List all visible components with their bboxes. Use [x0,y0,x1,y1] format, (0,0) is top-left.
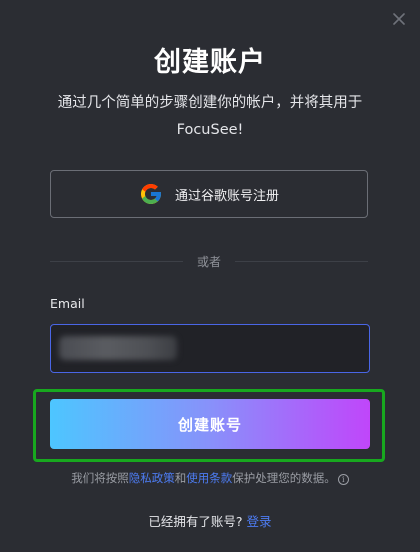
divider-line-left [50,260,183,262]
email-label: Email [50,296,85,311]
create-account-dialog: 创建账户 通过几个简单的步骤创建你的帐户，并将其用于 FocuSee! 通过谷歌… [0,0,420,552]
google-signup-label: 通过谷歌账号注册 [174,188,279,204]
login-prompt: 已经拥有了账号? [148,514,243,529]
legal-prefix: 我们将按照 [71,471,129,485]
google-icon [139,182,163,206]
legal-connector: 和 [174,471,187,485]
divider-line-right [235,260,369,262]
legal-notice: 我们将按照隐私政策和使用条款保护处理您的数据。 i [0,470,420,486]
dialog-title: 创建账户 [154,47,266,78]
email-field[interactable] [50,324,370,373]
dialog-subtitle: 通过几个简单的步骤创建你的帐户，并将其用于 FocuSee! [57,95,363,138]
privacy-policy-link[interactable]: 隐私政策 [129,471,175,485]
legal-suffix: 保护处理您的数据。 [232,471,336,485]
terms-of-use-link[interactable]: 使用条款 [186,471,232,485]
info-icon[interactable]: i [337,474,349,485]
google-signup-button[interactable]: 通过谷歌账号注册 [50,170,368,218]
login-link[interactable]: 登录 [247,514,272,529]
close-button[interactable] [390,10,408,28]
close-icon [393,13,405,25]
email-value-obscured [59,336,177,360]
create-account-label: 创建账号 [177,415,242,434]
divider-text: 或者 [197,254,222,269]
create-account-button[interactable]: 创建账号 [50,399,370,449]
login-row: 已经拥有了账号? 登录 [0,511,420,530]
or-divider: 或者 [50,252,369,270]
